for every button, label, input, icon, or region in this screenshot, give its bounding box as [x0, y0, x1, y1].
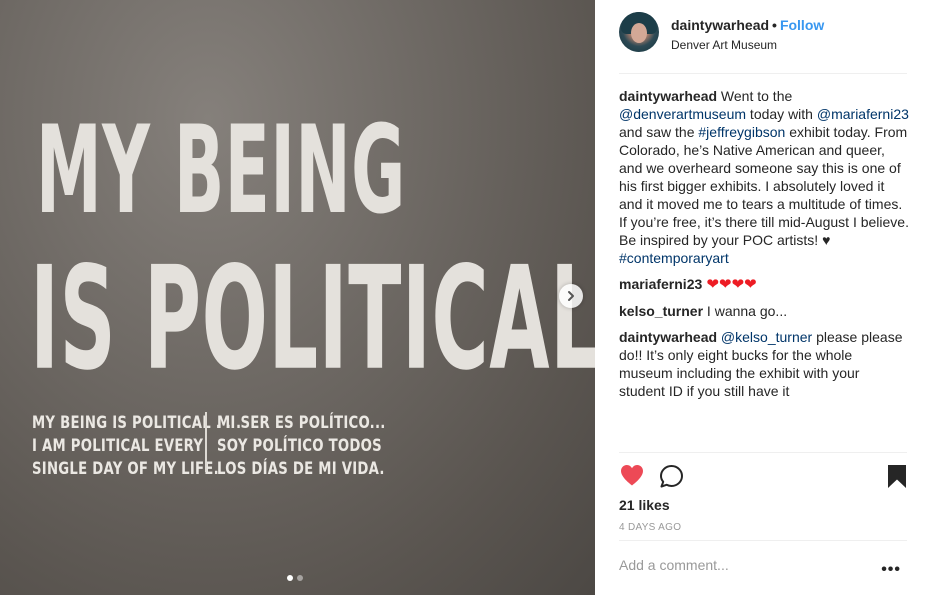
avatar[interactable]	[619, 12, 659, 52]
comment-username[interactable]: daintywarhead	[619, 329, 717, 345]
carousel-dot-active	[287, 575, 293, 581]
photo-spanish-line: MI SER ES POLÍTICO...	[217, 413, 386, 433]
comment-item: daintywarhead @kelso_turner please pleas…	[619, 328, 909, 400]
post-actions	[619, 452, 907, 502]
carousel-dot	[297, 575, 303, 581]
comment-box: •••	[619, 540, 907, 595]
more-options-button[interactable]: •••	[881, 561, 901, 579]
post-timestamp[interactable]: 4 DAYS AGO	[619, 522, 681, 533]
photo-spanish-text: MI SER ES POLÍTICO... SOY POLÍTICO TODOS…	[217, 412, 386, 481]
caption-text: and saw the	[619, 124, 699, 140]
comment-item: kelso_turner I wanna go...	[619, 302, 909, 320]
caption-text: exhibit today. From Colorado, he’s Nativ…	[619, 124, 909, 248]
photo-english-line: I AM POLITICAL EVERY	[32, 436, 204, 456]
comment-text: I wanna go...	[703, 303, 788, 319]
photo-headline-line1: MY BEING	[36, 99, 406, 242]
photo-english-text: MY BEING IS POLITICAL . . . I AM POLITIC…	[32, 412, 241, 481]
photo-english-line: SINGLE DAY OF MY LIFE.	[32, 459, 219, 479]
speech-bubble-icon[interactable]	[659, 464, 684, 489]
comment-item: mariaferni23 ❤❤❤❤	[619, 275, 909, 294]
caption-username[interactable]: daintywarhead	[619, 88, 717, 104]
bookmark-filled-icon[interactable]	[887, 464, 907, 489]
comment-username[interactable]: kelso_turner	[619, 303, 703, 319]
heart-filled-icon[interactable]	[619, 463, 645, 487]
photo-spanish-line: LOS DÍAS DE MI VIDA.	[217, 459, 385, 479]
hashtag-link[interactable]: #contemporaryart	[619, 250, 729, 266]
post-image[interactable]: MY BEING IS POLITICAL MY BEING IS POLITI…	[0, 0, 595, 595]
photo-spanish-line: SOY POLÍTICO TODOS	[217, 436, 382, 456]
caption-text: today with	[746, 106, 817, 122]
header-separator: •	[772, 17, 777, 33]
photo-english-line: MY BEING IS POLITICAL . . .	[32, 413, 242, 433]
like-count[interactable]: 21 likes	[619, 497, 670, 513]
carousel-dots	[287, 575, 303, 581]
caption: daintywarhead Went to the @denverartmuse…	[619, 87, 909, 267]
post-username[interactable]: daintywarhead	[671, 17, 769, 33]
mention-link[interactable]: @mariaferni23	[817, 106, 909, 122]
comment-username[interactable]: mariaferni23	[619, 276, 702, 292]
comment-text: ❤❤❤❤	[702, 276, 757, 293]
post-location[interactable]: Denver Art Museum	[671, 38, 777, 52]
post-side-panel: daintywarhead • Follow Denver Art Museum d…	[595, 0, 927, 595]
next-image-button[interactable]	[559, 284, 583, 308]
chevron-right-icon	[568, 291, 574, 301]
mention-link[interactable]: @denverartmuseum	[619, 106, 746, 122]
comment-input[interactable]	[619, 557, 859, 573]
hashtag-link[interactable]: #jeffreygibson	[698, 124, 785, 140]
comments-list: daintywarhead Went to the @denverartmuse…	[619, 87, 909, 408]
post-header: daintywarhead • Follow Denver Art Museum	[619, 12, 907, 74]
follow-button[interactable]: Follow	[780, 17, 824, 33]
post-user-line: daintywarhead • Follow	[671, 17, 824, 33]
caption-text: Went to the	[717, 88, 793, 104]
mention-link[interactable]: @kelso_turner	[721, 329, 812, 345]
photo-headline-line2: IS POLITICAL	[30, 236, 595, 402]
photo-divider	[205, 412, 207, 472]
